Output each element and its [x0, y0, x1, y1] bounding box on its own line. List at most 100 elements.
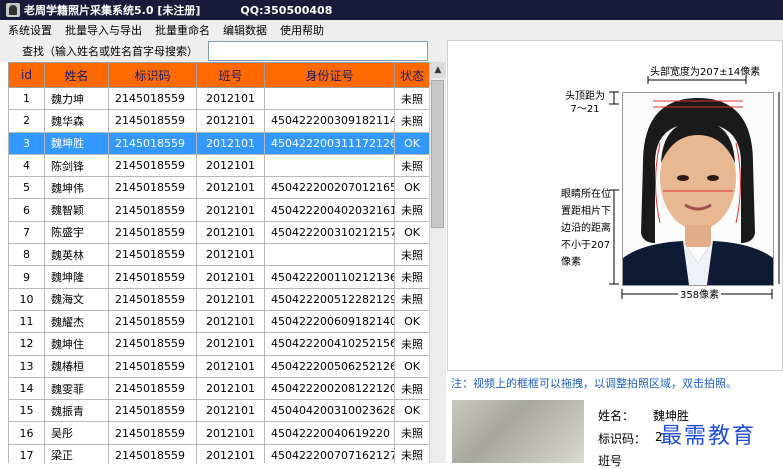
- scroll-up-arrow-icon[interactable]: ▲: [430, 62, 446, 78]
- cell-name: 魏坤胜: [44, 131, 109, 155]
- table-row[interactable]: 5 魏坤伟 2145018559 2012101 450422200207012165 O…: [8, 176, 429, 200]
- cell-idcard: 450422200506252126: [264, 354, 395, 378]
- table-row[interactable]: 11 魏耀杰 2145018559 2012101 450422200609182140…: [8, 309, 429, 334]
- table-row[interactable]: 17 梁正 2145018559 2012101 450422200707162127 未…: [8, 443, 429, 463]
- table-row[interactable]: 12 魏坤住 2145018559 2012101 450422200410252156…: [8, 332, 429, 356]
- cell-idcard: [264, 153, 395, 178]
- col-header-id[interactable]: id: [8, 62, 45, 88]
- table-scrollbar[interactable]: ▲: [429, 62, 446, 463]
- title-bar: 老周学籍照片采集系统5.0 [未注册] QQ:350500408: [0, 0, 783, 20]
- col-header-class[interactable]: 班号: [196, 62, 265, 88]
- table-row[interactable]: 15 魏振青 2145018559 2012101 450404200310023628…: [8, 399, 429, 423]
- cell-idcard: 450422200208122120: [264, 376, 395, 401]
- cell-code: 2145018559: [108, 287, 197, 311]
- scroll-thumb[interactable]: [431, 80, 444, 228]
- cell-id: 11: [8, 309, 45, 334]
- cell-idcard: 450422200512282129: [264, 287, 395, 311]
- table-row[interactable]: 6 魏智颖 2145018559 2012101 450422200402032161 未…: [8, 198, 429, 222]
- cell-status: 未照: [394, 332, 429, 356]
- col-header-status[interactable]: 状态: [394, 62, 429, 88]
- cell-code: 2145018559: [108, 376, 197, 401]
- cell-class: 2012101: [196, 109, 265, 133]
- menu-batch-rename[interactable]: 批量重命名: [147, 22, 215, 38]
- menu-batch-import-export[interactable]: 批量导入与导出: [57, 22, 147, 38]
- cell-name: 魏英林: [44, 243, 109, 267]
- search-input[interactable]: [208, 41, 428, 61]
- table-row[interactable]: 14 魏雯菲 2145018559 2012101 450422200208122120…: [8, 376, 429, 401]
- menu-system-settings[interactable]: 系统设置: [0, 22, 57, 38]
- cell-id: 9: [8, 265, 45, 289]
- cell-class: 2012101: [196, 153, 265, 178]
- col-header-code[interactable]: 标识码: [108, 62, 197, 88]
- cell-id: 12: [8, 332, 45, 356]
- cell-status: OK: [394, 309, 429, 334]
- video-preview[interactable]: [452, 400, 584, 463]
- table-row[interactable]: 2 魏华森 2145018559 2012101 450422200309182114 未…: [8, 109, 429, 133]
- cell-id: 7: [8, 220, 45, 245]
- cell-class: 2012101: [196, 399, 265, 423]
- cell-id: 2: [8, 109, 45, 133]
- cell-code: 2145018559: [108, 86, 197, 111]
- cell-id: 1: [8, 86, 45, 111]
- cell-status: 未照: [394, 86, 429, 111]
- cell-idcard: 450422200207012165: [264, 176, 395, 200]
- table-row[interactable]: 13 魏椿桓 2145018559 2012101 450422200506252126…: [8, 354, 429, 378]
- search-label: 查找（输入姓名或姓名首字母搜索）: [22, 45, 198, 58]
- cell-status: OK: [394, 220, 429, 245]
- cell-class: 2012101: [196, 243, 265, 267]
- table-row[interactable]: 8 魏英林 2145018559 2012101 未照: [8, 243, 429, 267]
- cell-id: 13: [8, 354, 45, 378]
- menu-edit-data[interactable]: 编辑数据: [215, 22, 272, 38]
- table-row[interactable]: 10 魏海文 2145018559 2012101 450422200512282129…: [8, 287, 429, 311]
- cell-class: 2012101: [196, 309, 265, 334]
- cell-name: 魏椿桓: [44, 354, 109, 378]
- cell-name: 魏振青: [44, 399, 109, 423]
- cell-name: 魏力坤: [44, 86, 109, 111]
- table-header-row: id 姓名 标识码 班号 身份证号 状态: [8, 62, 429, 88]
- cell-status: 未照: [394, 287, 429, 311]
- sample-portrait: [622, 92, 774, 286]
- cell-code: 2145018559: [108, 399, 197, 423]
- cell-idcard: [264, 243, 395, 267]
- cell-status: OK: [394, 131, 429, 155]
- cell-name: 魏耀杰: [44, 309, 109, 334]
- cell-status: OK: [394, 354, 429, 378]
- cell-code: 2145018559: [108, 176, 197, 200]
- cell-class: 2012101: [196, 176, 265, 200]
- cell-class: 2012101: [196, 443, 265, 463]
- table-row[interactable]: 7 陈盛宇 2145018559 2012101 450422200310212157 O…: [8, 220, 429, 245]
- cell-code: 2145018559: [108, 153, 197, 178]
- cell-id: 15: [8, 399, 45, 423]
- table-row[interactable]: 1 魏力坤 2145018559 2012101 未照: [8, 86, 429, 111]
- cell-id: 8: [8, 243, 45, 267]
- cell-id: 3: [8, 131, 45, 155]
- drag-hint-note: 注：视频上的框框可以拖拽，以调整拍照区域，双击拍照。: [451, 377, 737, 390]
- cell-code: 2145018559: [108, 354, 197, 378]
- cell-name: 吴彤: [44, 421, 109, 445]
- menu-bar: 系统设置 批量导入与导出 批量重命名 编辑数据 使用帮助: [0, 20, 783, 40]
- table-row[interactable]: 16 吴彤 2145018559 2012101 45042220040619220 未照: [8, 421, 429, 445]
- table-row[interactable]: 4 陈剑锋 2145018559 2012101 未照: [8, 153, 429, 178]
- cell-idcard: 450422200309182114: [264, 109, 395, 133]
- eye-distance-label: 眼睛所在位 置距相片下 边沿的距离 不小于207 像素: [561, 189, 611, 268]
- menu-help[interactable]: 使用帮助: [272, 22, 329, 38]
- col-header-idcard[interactable]: 身份证号: [264, 62, 395, 88]
- cell-code: 2145018559: [108, 109, 197, 133]
- cell-code: 2145018559: [108, 443, 197, 463]
- student-code-label: 标识码：: [598, 432, 647, 446]
- cell-code: 2145018559: [108, 332, 197, 356]
- cell-class: 2012101: [196, 265, 265, 289]
- table-row[interactable]: 3 魏坤胜 2145018559 2012101 450422200311172126 O…: [8, 131, 429, 155]
- cell-name: 梁正: [44, 443, 109, 463]
- cell-status: OK: [394, 399, 429, 423]
- portrait-drawing: [623, 93, 773, 285]
- student-table: id 姓名 标识码 班号 身份证号 状态 1 魏力坤 2145018559 20121…: [8, 62, 429, 463]
- table-row[interactable]: 9 魏坤隆 2145018559 2012101 450422200110212136 未…: [8, 265, 429, 289]
- cell-code: 2145018559: [108, 243, 197, 267]
- cell-idcard: 450422200707162127: [264, 443, 395, 463]
- cell-name: 魏华森: [44, 109, 109, 133]
- cell-name: 魏雯菲: [44, 376, 109, 401]
- search-row: 查找（输入姓名或姓名首字母搜索）: [0, 40, 447, 62]
- col-header-name[interactable]: 姓名: [44, 62, 109, 88]
- cell-id: 4: [8, 153, 45, 178]
